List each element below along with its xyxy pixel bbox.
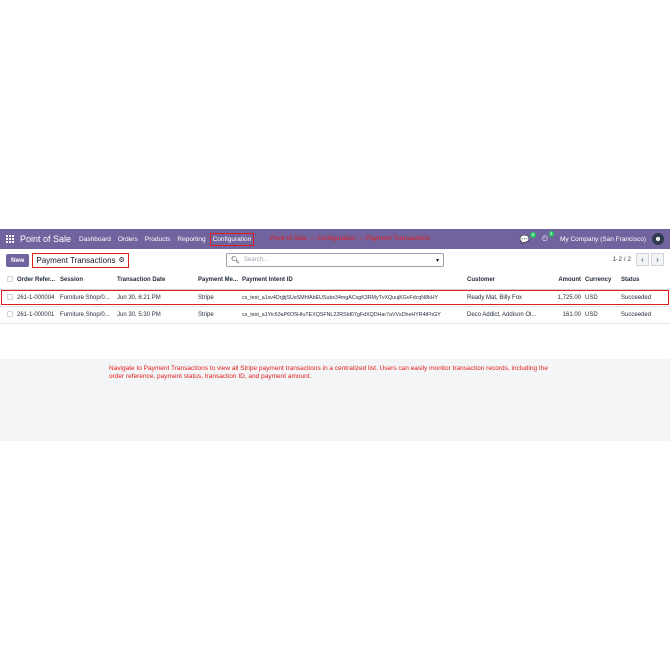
col-currency[interactable]: Currency [583, 271, 619, 289]
col-customer[interactable]: Customer [465, 271, 555, 289]
new-button[interactable]: New [6, 253, 30, 267]
col-payment-intent-id[interactable]: Payment Intent ID [240, 271, 465, 289]
col-order-reference[interactable]: Order Refer... [15, 271, 58, 289]
menu-reporting[interactable]: Reporting [177, 236, 205, 243]
cell-transaction-date: Jun 30, 5:30 PM [117, 311, 161, 318]
app-window: Point of Sale Dashboard Orders Products … [0, 229, 670, 441]
menu-products[interactable]: Products [145, 236, 171, 243]
navbar-right: 💬 5 ⏲ 4 My Company (San Francisco) ☻ [520, 231, 664, 245]
cell-currency: USD [585, 311, 598, 318]
menu-dashboard[interactable]: Dashboard [79, 236, 111, 243]
cell-currency: USD [585, 294, 598, 301]
pager: 1-2 / 2 ‹ › [613, 253, 664, 266]
cell-status: Succeeded [621, 311, 652, 318]
cell-order-reference: 261-1-000004 [17, 294, 55, 301]
cell-order-reference: 261-1-000001 [17, 311, 55, 318]
cell-payment-intent-id: cs_test_a1sv4DrjjtjSUeSMhfAbEUSubx34mgAC… [242, 294, 439, 301]
cell-amount: 1,725.00 [557, 294, 582, 301]
annotation-description: Navigate to Payment Transactions to view… [109, 365, 548, 380]
cell-payment-method: Stripe [198, 311, 214, 318]
chat-badge: 5 [530, 231, 536, 238]
cell-session: Furniture Shop/0... [60, 294, 110, 301]
control-panel: New Payment Transactions ⚙ 🔍︎ Search... … [0, 249, 670, 271]
gear-icon[interactable]: ⚙ [119, 256, 125, 264]
pager-previous-icon[interactable]: ‹ [636, 253, 649, 266]
table-row[interactable]: 261-1-000004 Furniture Shop/0... Jun 30,… [0, 289, 670, 306]
cell-payment-intent-id: cs_test_a1Yic63aP6O5HIuTEXQSFNL22RSId07g… [242, 311, 441, 318]
app-brand[interactable]: Point of Sale [20, 234, 71, 244]
col-payment-method[interactable]: Payment Me... [196, 271, 240, 289]
transactions-table: Order Refer... Session Transaction Date … [0, 271, 670, 324]
cell-transaction-date: Jun 30, 6:21 PM [117, 294, 161, 301]
company-switcher[interactable]: My Company (San Francisco) [560, 236, 646, 243]
activity-icon[interactable]: ⏲ 4 [542, 231, 555, 244]
col-session[interactable]: Session [58, 271, 115, 289]
cell-customer: Ready Mat, Billy Fox [467, 294, 523, 301]
activity-badge: 4 [548, 231, 555, 237]
menu-configuration[interactable]: Configuration [209, 232, 255, 246]
select-all-checkbox[interactable] [0, 271, 15, 289]
breadcrumb: Payment Transactions ⚙ [32, 252, 129, 268]
table-row[interactable]: 261-1-000001 Furniture Shop/0... Jun 30,… [0, 306, 670, 323]
top-navbar: Point of Sale Dashboard Orders Products … [0, 229, 670, 249]
search-box[interactable]: 🔍︎ Search... ▾ [226, 253, 444, 267]
user-avatar[interactable]: ☻ [652, 233, 664, 245]
annotation-breadcrumb: Point of Sale --- Configuration --- Paym… [270, 235, 431, 242]
breadcrumb-current: Payment Transactions [36, 255, 116, 265]
search-dropdown-toggle-icon[interactable]: ▾ [436, 257, 439, 264]
chat-icon[interactable]: 💬 5 [520, 231, 536, 244]
col-amount[interactable]: Amount [555, 271, 583, 289]
table-header-row: Order Refer... Session Transaction Date … [0, 271, 670, 289]
pager-value[interactable]: 1-2 / 2 [613, 256, 631, 263]
search-input[interactable]: Search... [244, 257, 268, 263]
apps-menu-icon[interactable] [6, 234, 15, 244]
search-icon: 🔍︎ [231, 257, 240, 264]
cell-amount: 161.00 [562, 311, 582, 318]
pager-next-icon[interactable]: › [651, 253, 664, 266]
cell-status: Succeeded [621, 294, 652, 301]
col-status[interactable]: Status [619, 271, 670, 289]
cell-payment-method: Stripe [198, 294, 214, 301]
cell-customer: Deco Addict, Addison Ol... [467, 311, 537, 318]
cell-session: Furniture Shop/0... [60, 311, 110, 318]
row-checkbox[interactable] [0, 289, 15, 306]
col-transaction-date[interactable]: Transaction Date [115, 271, 196, 289]
menu-orders[interactable]: Orders [118, 236, 138, 243]
row-checkbox[interactable] [0, 306, 15, 323]
